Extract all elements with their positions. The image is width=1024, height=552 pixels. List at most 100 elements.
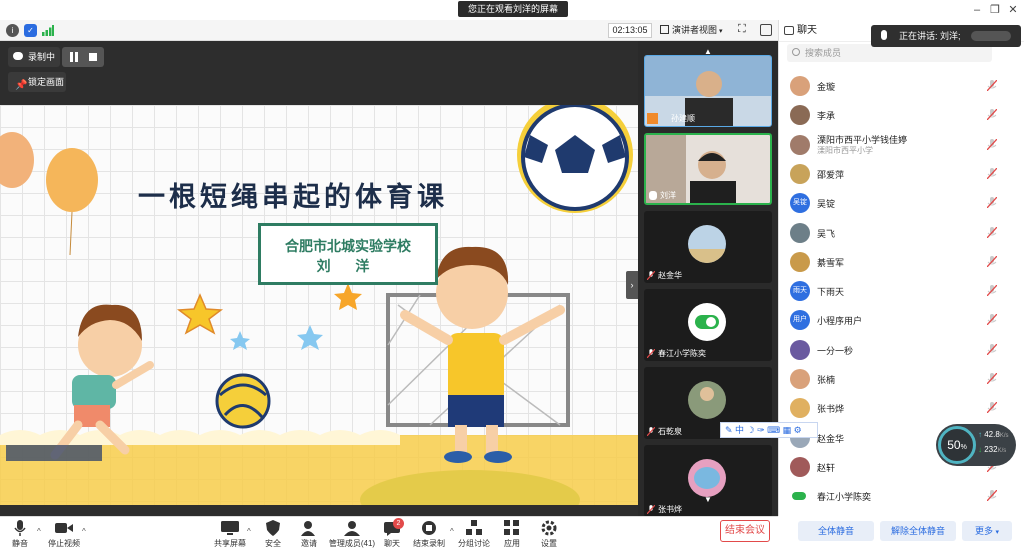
search-placeholder: 搜索成员 (805, 48, 842, 58)
video-tile[interactable]: 张书烨 (644, 445, 772, 517)
view-mode-select[interactable]: 演讲者视图 ▾ (660, 23, 732, 38)
title-bar: 您正在观看刘洋的屏幕 – ❐ ✕ (0, 0, 1024, 20)
mic-icon (14, 520, 26, 536)
members-icon (344, 521, 360, 536)
mic-muted-icon (647, 505, 655, 514)
member-row[interactable]: 邵爱萍 (779, 159, 1024, 188)
mic-muted-icon[interactable] (987, 490, 997, 502)
member-row[interactable]: 一分一秒 (779, 335, 1024, 364)
member-row[interactable]: 张楠 (779, 364, 1024, 393)
mic-muted-icon[interactable] (987, 226, 997, 238)
member-name: 吴飞 (817, 228, 836, 239)
close-icon[interactable]: ✕ (1006, 3, 1020, 17)
mic-muted-icon[interactable] (987, 138, 997, 150)
stop-video-button[interactable]: 停止视频 (42, 520, 86, 552)
video-tile[interactable]: 赵金华 (644, 211, 772, 283)
member-row[interactable]: 吴飞 (779, 218, 1024, 247)
chevron-down-icon: ▾ (995, 529, 1000, 536)
chevron-up-icon[interactable]: ^ (82, 527, 86, 536)
video-tile[interactable]: 刘洋 (644, 133, 772, 205)
collapse-panel-button[interactable]: › (626, 271, 638, 299)
mic-muted-icon[interactable] (987, 314, 997, 326)
member-row[interactable]: 李承 (779, 100, 1024, 129)
member-row[interactable]: 金璇 (779, 71, 1024, 100)
minimize-icon[interactable]: – (970, 3, 984, 17)
mic-muted-icon[interactable] (987, 373, 997, 384)
grid-icon (660, 25, 669, 34)
settings-button[interactable]: 设置 (527, 520, 571, 552)
mic-muted-icon[interactable] (987, 255, 997, 267)
unmute-all-button[interactable]: 解除全体静音 (880, 521, 956, 541)
info-icon[interactable]: i (6, 24, 19, 37)
invite-button[interactable]: 邀请 (287, 520, 331, 552)
recording-indicator: 录制中 (8, 47, 60, 67)
apps-icon (504, 520, 519, 535)
mute-all-button[interactable]: 全体静音 (798, 521, 874, 541)
share-screen-icon (221, 521, 239, 535)
toggle-icon (792, 492, 806, 501)
member-row[interactable]: 张书烨 (779, 393, 1024, 422)
member-row[interactable]: 春江小学陈奕 (779, 481, 1024, 510)
participant-name: 刘洋 (660, 191, 676, 200)
mic-muted-icon (647, 349, 655, 358)
chevron-up-icon[interactable]: ▲ (704, 47, 714, 56)
mic-muted-icon[interactable] (987, 167, 997, 179)
restore-icon[interactable]: ❐ (988, 3, 1002, 17)
mic-muted-icon[interactable] (987, 343, 997, 355)
avatar (688, 303, 726, 341)
meeting-toolbar: 静音 ^ 停止视频 ^ 共享屏幕 ^ 安全 邀请 管理成员(41) 聊天 2 结… (0, 516, 778, 552)
share-screen-button[interactable]: 共享屏幕 (208, 520, 252, 552)
video-tile[interactable]: 春江小学陈奕 (644, 289, 772, 361)
layout-icon[interactable] (760, 24, 772, 36)
end-recording-button[interactable]: 结束录制 (406, 520, 452, 552)
mute-button[interactable]: 静音 (0, 520, 42, 552)
avatar (790, 369, 810, 389)
speaking-indicator: 正在讲话: 刘洋; (871, 25, 1021, 47)
chat-label: 聊天 (384, 539, 400, 548)
video-tile[interactable]: 孙建顺 (644, 55, 772, 127)
upload-value: 42.8 (984, 430, 1000, 439)
member-row[interactable]: 用户 小程序用户 (779, 305, 1024, 334)
apps-label: 应用 (504, 539, 520, 548)
pause-icon[interactable] (70, 52, 73, 62)
avatar (790, 76, 810, 96)
slide-author-box: 合肥市北城实验学校 刘 洋 (258, 223, 438, 285)
member-row[interactable]: 雨天 下雨天 (779, 276, 1024, 305)
lock-view-button[interactable]: 📌 锁定画面 (8, 72, 66, 92)
panel-title[interactable]: 聊天 (797, 25, 817, 36)
mic-muted-icon[interactable] (987, 80, 997, 91)
fullscreen-icon[interactable]: ⛶ (738, 23, 750, 37)
end-meeting-button[interactable]: 结束会议 (720, 520, 770, 542)
member-name: 张楠 (817, 375, 836, 385)
network-percent: 50 (947, 438, 961, 452)
network-quality: 50% (938, 426, 976, 464)
recording-label: 录制中 (28, 52, 56, 62)
speaker-avatars (971, 31, 1011, 41)
download-unit: K/s (997, 448, 1007, 454)
more-button[interactable]: 更多 ▾ (962, 521, 1012, 541)
end-recording-label: 结束录制 (413, 539, 445, 548)
upload-speed: ↑ 42.8K/s (978, 430, 1009, 439)
more-label: 更多 (974, 526, 993, 536)
member-row[interactable]: 綦雪军 (779, 247, 1024, 276)
member-row[interactable]: 吴锭 吴锭 (779, 188, 1024, 217)
member-name: 张书烨 (817, 404, 845, 415)
mic-icon (649, 191, 657, 200)
ime-toolbar[interactable]: ✎ 中 ☽ ✑ ⌨ ▦ ⚙ (720, 422, 818, 438)
avatar (790, 486, 810, 507)
recording-controls (62, 47, 104, 67)
mic-muted-icon[interactable] (987, 197, 997, 209)
chevron-up-icon[interactable]: ^ (37, 527, 41, 536)
signal-icon[interactable] (42, 25, 54, 36)
stop-video-label: 停止视频 (48, 539, 80, 548)
stop-icon[interactable] (89, 53, 97, 61)
mic-muted-icon[interactable] (987, 402, 997, 414)
shield-icon[interactable]: ✓ (24, 24, 37, 37)
avatar (790, 456, 810, 477)
mic-muted-icon[interactable] (987, 109, 997, 121)
chevron-down-icon[interactable]: ▼ (704, 495, 714, 504)
mic-muted-icon[interactable] (987, 285, 997, 297)
member-row[interactable]: 溧阳市西平小学钱佳婷 溧阳市西平小学 (779, 130, 1024, 159)
member-name: 赵轩 (817, 462, 836, 473)
ime-icon: ✎ 中 ☽ ✑ ⌨ ▦ ⚙ (725, 425, 802, 435)
